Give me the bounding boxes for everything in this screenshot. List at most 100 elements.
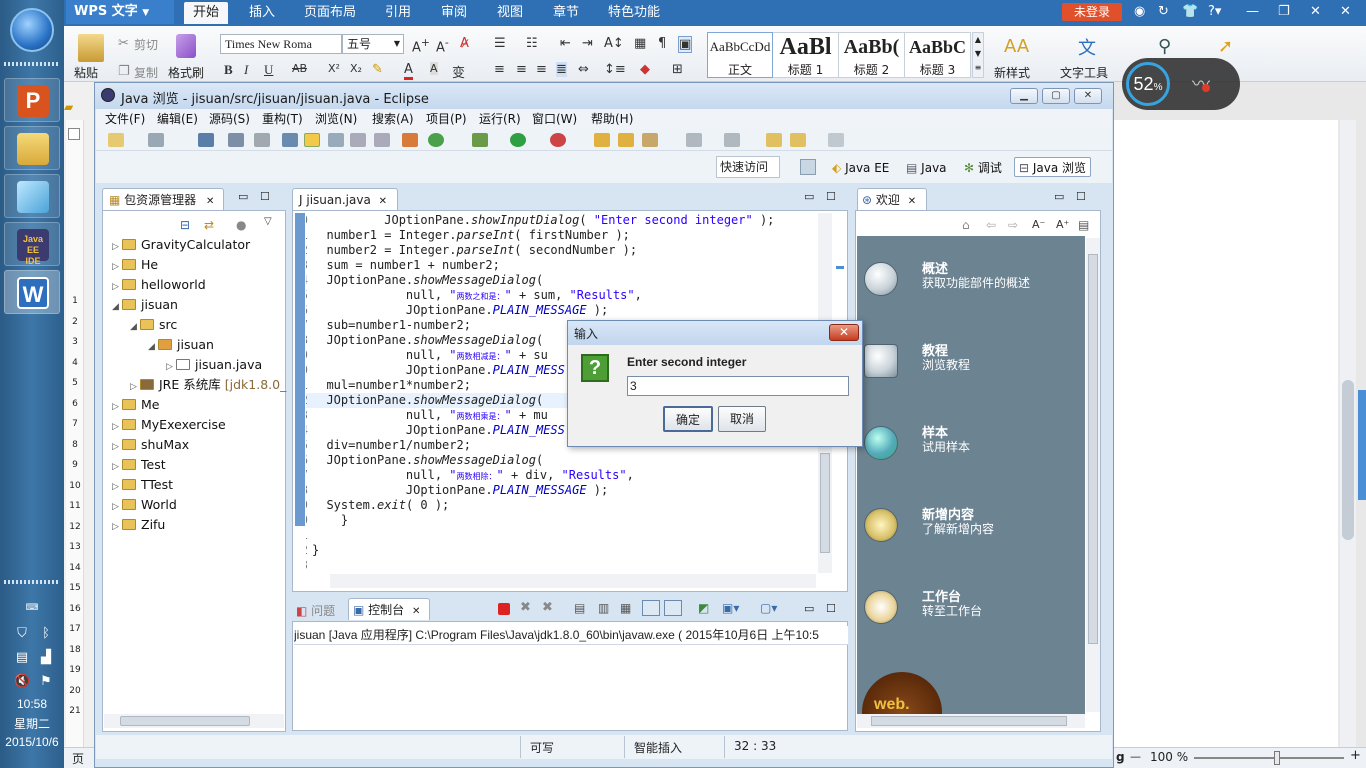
tree-expand-icon[interactable]: ▷ [112, 277, 122, 297]
code-line[interactable]: 20 JOptionPane.showInputDialog( "Enter s… [306, 213, 806, 228]
scrollbar-thumb[interactable] [871, 716, 1067, 726]
tree-expand-icon[interactable]: ▷ [112, 457, 122, 477]
new-icon[interactable] [108, 133, 124, 147]
style-normal[interactable]: AaBbCcDd 正文 [707, 32, 773, 78]
wps-tab-references[interactable]: 引用 [376, 2, 420, 24]
cut-label[interactable]: 剪切 [134, 36, 158, 53]
scissors-icon[interactable]: ✂ [118, 36, 129, 51]
tree-item[interactable]: ▷ He [112, 255, 158, 275]
wps-tab-insert[interactable]: 插入 [240, 2, 284, 24]
minimize-icon[interactable]: — [1246, 4, 1259, 19]
style-heading-2[interactable]: AaBb(标题 2 [839, 32, 905, 78]
minimize-view-icon[interactable]: ▭ [804, 190, 814, 203]
side-panel-handle[interactable] [1358, 390, 1366, 500]
close-tab-icon[interactable]: ✕ [375, 196, 387, 207]
minimize-button[interactable]: ▁ [1010, 88, 1038, 104]
highlight-tool-icon[interactable] [304, 133, 320, 147]
pin-console-icon[interactable]: ◩ [698, 601, 709, 615]
filter-icon[interactable]: ● [236, 218, 246, 232]
code-line[interactable]: 22 number2 = Integer.parseInt( secondNum… [306, 243, 806, 258]
tree-item[interactable]: ▷ Me [112, 395, 159, 415]
bold-icon[interactable]: B [224, 62, 233, 78]
perspective-java[interactable]: ▤ Java [906, 158, 947, 178]
menu-help[interactable]: 帮助(H) [591, 110, 633, 127]
superscript-icon[interactable]: X² [328, 62, 340, 75]
word-icon[interactable] [374, 133, 390, 147]
folder-small-icon[interactable]: ▰ [64, 100, 86, 120]
package-icon[interactable] [350, 133, 366, 147]
taskbar-app-notepad[interactable] [4, 174, 60, 218]
search-tool-icon[interactable] [642, 133, 658, 147]
wps-tab-features[interactable]: 特色功能 [600, 2, 668, 24]
clipboard-icon[interactable]: ▤ [14, 650, 30, 666]
tree-item[interactable]: ◢ jisuan [148, 335, 214, 355]
eclipse-titlebar[interactable]: Java 浏览 - jisuan/src/jisuan/jisuan.java … [95, 83, 1113, 109]
perspective-java-browsing[interactable]: ⊟ Java 浏览 [1014, 157, 1092, 177]
wps-tab-layout[interactable]: 页面布局 [298, 2, 362, 24]
ruler-toggle-icon[interactable] [68, 128, 80, 140]
format-painter-icon[interactable] [176, 34, 196, 58]
bluetooth-icon[interactable]: ᛒ [38, 626, 54, 642]
close-button[interactable]: ✕ [1074, 88, 1102, 104]
highlight-icon[interactable]: ✎ [372, 62, 383, 77]
dialog-close-button[interactable]: ✕ [829, 324, 859, 341]
volume-muted-icon[interactable]: 🔇 [14, 674, 30, 690]
code-line[interactable]: 37 null, "两数相除：" + div, "Results", [306, 468, 806, 483]
italic-icon[interactable]: I [244, 62, 248, 78]
close-doc-icon[interactable]: ✕ [1340, 4, 1351, 19]
collapse-all-icon[interactable]: ⊟ [180, 218, 190, 232]
tree-item[interactable]: ▷ MyExexercise [112, 415, 226, 435]
wps-tab-review[interactable]: 审阅 [432, 2, 476, 24]
paste-icon[interactable] [78, 34, 104, 62]
console-tab-problems[interactable]: ◧ 问题 [296, 602, 335, 619]
find-icon[interactable]: ⚲ [1158, 36, 1171, 57]
wps-tab-home[interactable]: 开始 [184, 2, 228, 24]
show-stderr-icon[interactable] [664, 600, 682, 616]
taskbar-app-file-explorer[interactable] [4, 126, 60, 170]
code-line[interactable]: 25 null, "两数之和是：" + sum, "Results", [306, 288, 806, 303]
clock-date[interactable]: 2015/10/6 [0, 735, 64, 749]
code-line[interactable]: 23 sum = number1 + number2; [306, 258, 806, 273]
shrink-text-icon[interactable]: A⁻ [1032, 218, 1045, 231]
zoom-slider-thumb[interactable] [1274, 751, 1280, 765]
tree-item[interactable]: ▷ jisuan.java [166, 355, 262, 375]
console-tab-console[interactable]: ▣ 控制台 ✕ [348, 598, 430, 620]
maximize-view-icon[interactable]: ☐ [1076, 190, 1086, 203]
underline-icon[interactable]: U [264, 62, 273, 78]
login-button[interactable]: 未登录 [1062, 3, 1122, 21]
border-select-icon[interactable]: ⊞ [672, 62, 683, 77]
tree-item[interactable]: ▷ TTest [112, 475, 173, 495]
style-heading-1[interactable]: AaBl 标题 1 [773, 32, 839, 78]
shirt-icon[interactable]: 👕 [1182, 4, 1198, 19]
zoom-out-icon[interactable]: — [1130, 750, 1141, 763]
perspective-debug[interactable]: ✻ 调试 [964, 158, 1002, 178]
taskbar-app-eclipse[interactable]: Java EE IDE [4, 222, 60, 266]
justify-icon[interactable]: ≣ [556, 62, 567, 77]
toggle-mark-icon[interactable] [228, 133, 244, 147]
editor-hscrollbar[interactable] [330, 574, 816, 588]
back-nav-icon[interactable]: ⇦ [986, 218, 996, 232]
taskbar-app-wps-presentation[interactable]: P [4, 78, 60, 122]
link-editor-icon[interactable]: ⇄ [204, 218, 214, 232]
remove-all-icon[interactable]: ✖ [542, 600, 553, 615]
copy-label[interactable]: 复制 [134, 64, 158, 81]
sync-icon[interactable]: ↻ [1158, 4, 1169, 19]
style-heading-3[interactable]: AaBbC 标题 3 [905, 32, 971, 78]
cancel-button[interactable]: 取消 [718, 406, 766, 432]
chinese-layout-icon[interactable]: A↕ [604, 36, 624, 51]
bullets-icon[interactable]: ☰ [494, 36, 506, 51]
dialog-titlebar[interactable]: 输入 [568, 321, 862, 345]
scrollbar-thumb[interactable] [1088, 254, 1098, 644]
explorer-hscrollbar[interactable] [104, 714, 284, 728]
clock-weekday[interactable]: 星期二 [0, 715, 64, 732]
welcome-vscrollbar[interactable] [1086, 238, 1100, 712]
subscript-icon[interactable]: X₂ [350, 62, 362, 75]
code-line[interactable]: 41 [306, 528, 806, 543]
ok-button[interactable]: 确定 [663, 406, 713, 432]
refresh-icon[interactable] [428, 133, 444, 147]
help-icon[interactable]: ?▾ [1208, 4, 1221, 19]
tree-expand-icon[interactable]: ▷ [112, 417, 122, 437]
tree-expand-icon[interactable]: ▷ [112, 397, 122, 417]
styles-scroll[interactable]: ▲ ▼ ≡ [972, 32, 984, 78]
format-painter-label[interactable]: 格式刷 [168, 64, 204, 81]
